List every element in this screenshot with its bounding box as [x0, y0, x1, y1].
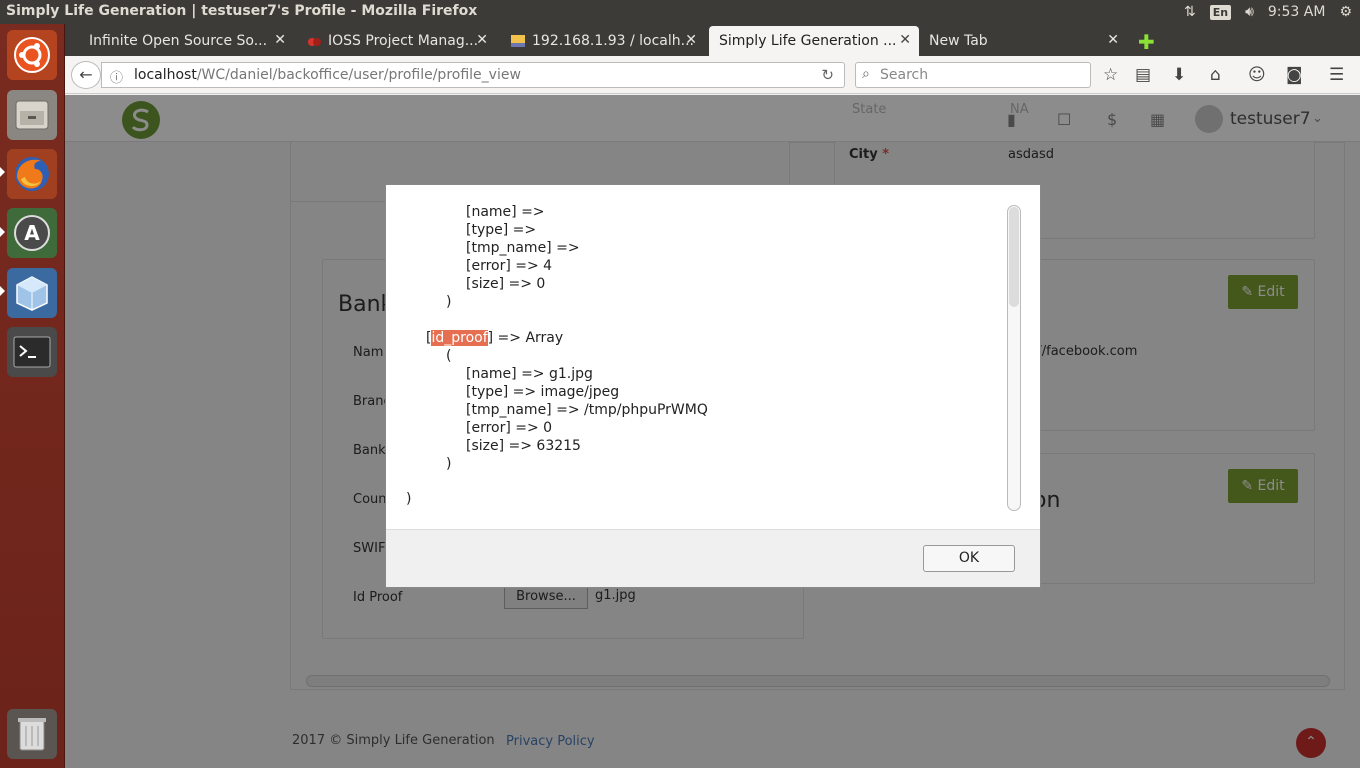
dialog-line: ) — [446, 456, 452, 472]
browser-tab[interactable]: IOSS Project Manag... ✕ — [296, 26, 496, 56]
terminal-icon[interactable] — [7, 327, 57, 377]
phpmyadmin-favicon-icon — [510, 33, 526, 49]
os-top-panel: Simply Life Generation | testuser7's Pro… — [0, 0, 1360, 24]
browser-tab[interactable]: 192.168.1.93 / localh... ✕ — [500, 26, 705, 56]
dialog-line: [type] => image/jpeg — [466, 384, 620, 400]
downloads-icon[interactable]: ⬇ — [1172, 65, 1186, 85]
svg-text:A: A — [24, 221, 40, 245]
running-indicator — [0, 167, 5, 177]
tab-close-icon[interactable]: ✕ — [899, 32, 911, 48]
window-title: Simply Life Generation | testuser7's Pro… — [6, 3, 478, 19]
tab-close-icon[interactable]: ✕ — [274, 32, 286, 48]
search-input[interactable]: ⌕ Search — [855, 62, 1091, 88]
settings-gear-icon[interactable]: ⚙ — [1339, 4, 1352, 20]
browser-tab[interactable]: Infinite Open Source So... ✕ — [79, 26, 294, 56]
dialog-line: [name] => — [466, 204, 545, 220]
dialog-scrollbar-thumb[interactable] — [1009, 207, 1019, 307]
reload-icon[interactable]: ↻ — [821, 66, 834, 84]
system-tray: ⇅ En 🔊︎ 9:53 AM ⚙ — [1184, 0, 1352, 24]
url-text: localhost/WC/daniel/backoffice/user/prof… — [134, 67, 521, 83]
ubuntu-dash-icon[interactable] — [7, 30, 57, 80]
tab-close-icon[interactable]: ✕ — [1107, 32, 1119, 48]
network-icon[interactable]: ⇅ — [1184, 4, 1196, 20]
dialog-line: [tmp_name] => /tmp/phpuPrWMQ — [466, 402, 708, 418]
tab-label: IOSS Project Manag... — [328, 33, 479, 49]
alert-dialog: [name] => [type] => [tmp_name] => [error… — [385, 184, 1041, 588]
tab-close-icon[interactable]: ✕ — [476, 32, 488, 48]
search-placeholder: Search — [880, 67, 929, 83]
tab-label: Infinite Open Source So... — [89, 33, 268, 49]
reading-list-icon[interactable]: ▤ — [1135, 65, 1151, 85]
dialog-line: [size] => 63215 — [466, 438, 581, 454]
hamburger-menu-icon[interactable]: ☰ — [1329, 65, 1344, 85]
dialog-line: [tmp_name] => — [466, 240, 580, 256]
dialog-line: [error] => 4 — [466, 258, 553, 274]
files-icon[interactable] — [7, 90, 57, 140]
dialog-line: ) — [406, 491, 412, 507]
hello-chat-icon[interactable]: ☺ — [1248, 65, 1266, 85]
firefox-icon[interactable] — [7, 149, 57, 199]
search-highlight: id_proof — [431, 330, 488, 346]
keyboard-layout-indicator[interactable]: En — [1209, 4, 1232, 20]
pocket-icon[interactable]: ◙ — [1286, 65, 1303, 85]
bookmark-star-icon[interactable]: ☆ — [1103, 65, 1118, 85]
browser-tab-strip: Infinite Open Source So... ✕ IOSS Projec… — [65, 24, 1360, 56]
back-arrow-icon[interactable]: ← — [71, 61, 101, 89]
browser-tab-active[interactable]: Simply Life Generation ... ✕ — [709, 26, 919, 56]
dialog-scrollbar[interactable] — [1007, 205, 1021, 511]
dialog-line: [id_proof] => Array — [426, 330, 564, 346]
tab-close-icon[interactable]: ✕ — [685, 32, 697, 48]
tab-label: New Tab — [929, 33, 988, 49]
running-indicator — [0, 286, 5, 296]
dialog-line: ( — [446, 348, 452, 364]
clock[interactable]: 9:53 AM — [1268, 4, 1326, 20]
home-icon[interactable]: ⌂ — [1210, 65, 1221, 85]
running-indicator — [0, 227, 5, 237]
software-updater-icon[interactable]: A — [7, 208, 57, 258]
ioss-favicon-icon — [306, 33, 322, 49]
ok-button[interactable]: OK — [923, 545, 1015, 572]
search-icon: ⌕ — [862, 66, 870, 82]
browser-navbar: ← ⓘ localhost/WC/daniel/backoffice/user/… — [65, 56, 1360, 94]
dialog-line: [name] => g1.jpg — [466, 366, 593, 382]
dialog-line: [size] => 0 — [466, 276, 546, 292]
virtualbox-icon[interactable] — [7, 268, 57, 318]
browser-tab[interactable]: New Tab ✕ — [919, 26, 1127, 56]
trash-icon[interactable] — [7, 709, 57, 759]
dialog-line: ) — [446, 294, 452, 310]
unity-launcher: A — [0, 24, 65, 768]
volume-icon[interactable]: 🔊︎ — [1245, 4, 1254, 20]
dialog-message: [name] => [type] => [tmp_name] => [error… — [386, 185, 1016, 525]
dialog-footer: OK — [386, 529, 1040, 587]
dialog-line: [type] => — [466, 222, 537, 238]
tab-label: Simply Life Generation ... — [719, 33, 897, 49]
site-info-icon[interactable]: ⓘ — [110, 67, 123, 86]
dialog-line: [error] => 0 — [466, 420, 553, 436]
tab-label: 192.168.1.93 / localh... — [532, 33, 694, 49]
new-tab-plus-icon[interactable]: ✚ — [1138, 30, 1155, 54]
url-bar[interactable]: ⓘ localhost/WC/daniel/backoffice/user/pr… — [101, 62, 845, 88]
